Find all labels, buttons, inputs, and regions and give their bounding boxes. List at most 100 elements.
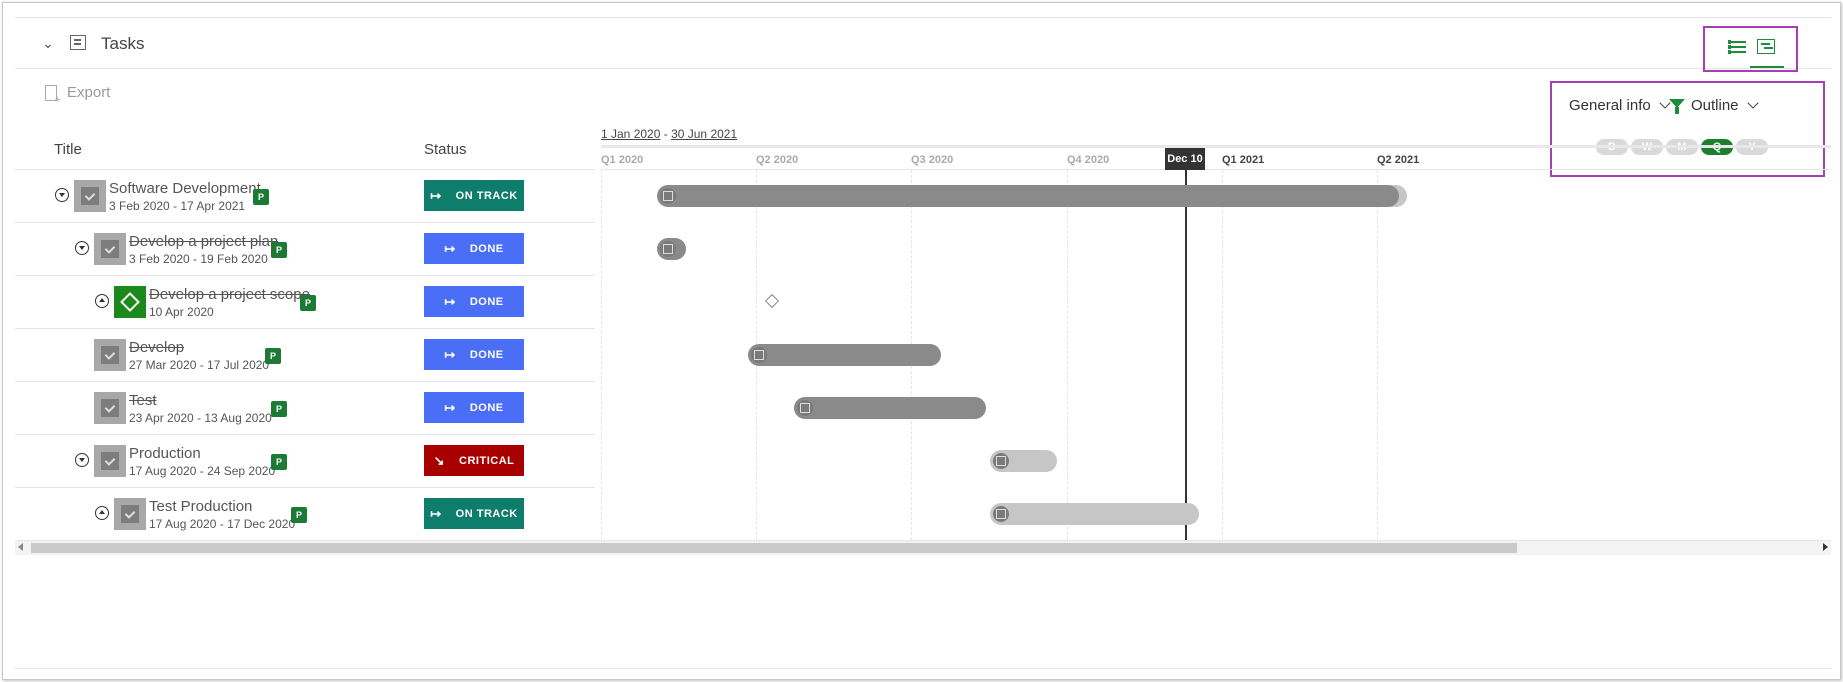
project-icon: P <box>271 242 287 258</box>
list-view-icon[interactable] <box>1728 40 1746 54</box>
checkbox-icon <box>754 350 764 360</box>
export-button[interactable]: Export <box>45 84 111 106</box>
task-icon <box>94 445 126 477</box>
active-view-indicator <box>1750 66 1784 68</box>
gantt-bar[interactable] <box>748 344 941 366</box>
table-row[interactable]: Test Production 17 Aug 2020 - 17 Dec 202… <box>15 488 595 541</box>
task-dates: 3 Feb 2020 - 19 Feb 2020 <box>129 252 268 266</box>
export-label: Export <box>67 84 111 101</box>
filter-button[interactable] <box>1669 99 1685 114</box>
status-label: DONE <box>469 348 504 361</box>
project-icon: P <box>265 348 281 364</box>
gantt-bar[interactable] <box>657 238 686 260</box>
scroll-left-icon[interactable] <box>18 543 23 551</box>
chevron-down-icon[interactable]: ⌄ <box>40 35 56 51</box>
status-label: ON TRACK <box>455 189 518 202</box>
quarter-label: Q2 2021 <box>1377 154 1420 166</box>
table-row[interactable]: Test 23 Apr 2020 - 13 Aug 2020 P ↦ DONE <box>15 382 595 435</box>
scrollbar-thumb[interactable] <box>31 543 1517 553</box>
task-icon <box>114 498 146 530</box>
checkbox-icon <box>663 191 673 201</box>
general-info-dropdown[interactable]: General info <box>1569 97 1671 114</box>
outline-dropdown[interactable]: Outline <box>1691 97 1759 114</box>
milestone-icon <box>114 286 146 318</box>
table-row[interactable]: Develop a project scope 10 Apr 2020 P ↦ D… <box>15 276 595 329</box>
task-icon <box>74 180 106 212</box>
range-separator: - <box>663 127 668 141</box>
task-name[interactable]: Develop <box>129 339 184 356</box>
collapse-toggle[interactable] <box>75 241 89 255</box>
quarter-label: Q2 2020 <box>756 154 799 166</box>
horizontal-scrollbar[interactable] <box>15 540 1831 555</box>
task-name[interactable]: Develop a project scope <box>149 286 310 303</box>
column-header-title[interactable]: Title <box>54 141 82 158</box>
window-frame: ⌄ Tasks Export General info <box>2 2 1841 680</box>
table-row[interactable]: Develop 27 Mar 2020 - 17 Jul 2020 P ↦ DON… <box>15 329 595 382</box>
grid-line <box>1222 170 1223 540</box>
today-marker: Dec 10 <box>1165 148 1205 170</box>
task-icon <box>94 392 126 424</box>
gantt-bar[interactable] <box>794 397 986 419</box>
task-dates: 23 Apr 2020 - 13 Aug 2020 <box>129 411 272 425</box>
task-name[interactable]: Test Production <box>149 498 252 515</box>
arrow-right-icon: ↦ <box>444 346 456 362</box>
range-start-link[interactable]: 1 Jan 2020 <box>601 127 660 141</box>
status-label: DONE <box>469 401 504 414</box>
status-label: ON TRACK <box>455 507 518 520</box>
table-row[interactable]: Software Development 3 Feb 2020 - 17 Apr… <box>15 170 595 223</box>
chevron-down-icon <box>1746 97 1759 109</box>
status-label: CRITICAL <box>459 454 515 467</box>
status-badge[interactable]: ↦ ON TRACK <box>424 498 524 529</box>
gantt-bar[interactable] <box>990 503 1199 525</box>
project-icon: P <box>271 401 287 417</box>
gantt-bar[interactable] <box>657 185 1399 207</box>
panel-title: Tasks <box>101 34 145 53</box>
task-name[interactable]: Software Development <box>109 180 261 197</box>
today-line <box>1185 170 1187 540</box>
task-name[interactable]: Production <box>129 445 201 462</box>
quarter-label: Q1 2020 <box>601 154 644 166</box>
tasks-panel: ⌄ Tasks Export General info <box>15 17 1831 669</box>
scroll-right-icon[interactable] <box>1823 543 1828 551</box>
task-list-icon <box>70 35 86 50</box>
status-badge[interactable]: ↦ DONE <box>424 233 524 264</box>
checkbox-icon <box>800 403 810 413</box>
status-badge[interactable]: ↦ DONE <box>424 286 524 317</box>
task-name[interactable]: Test <box>129 392 157 409</box>
status-label: DONE <box>469 242 504 255</box>
general-info-label: General info <box>1569 97 1651 114</box>
grid-line <box>601 170 602 540</box>
collapse-toggle[interactable] <box>95 506 109 520</box>
collapse-toggle[interactable] <box>75 453 89 467</box>
task-dates: 10 Apr 2020 <box>149 305 214 319</box>
range-end-link[interactable]: 30 Jun 2021 <box>671 127 737 141</box>
trend-down-icon: ↘ <box>433 452 446 468</box>
arrow-right-icon: ↦ <box>444 399 456 415</box>
status-badge[interactable]: ↦ DONE <box>424 339 524 370</box>
project-icon: P <box>291 507 307 523</box>
view-switcher <box>1703 26 1798 72</box>
timeline-range: 1 Jan 2020 - 30 Jun 2021 <box>601 127 737 141</box>
gantt-view-icon[interactable] <box>1757 39 1775 54</box>
column-header-status[interactable]: Status <box>424 141 467 158</box>
task-name[interactable]: Develop a project plan <box>129 233 278 250</box>
task-icon <box>94 233 126 265</box>
status-badge[interactable]: ↘ CRITICAL <box>424 445 524 476</box>
project-icon: P <box>300 295 316 311</box>
status-badge[interactable]: ↦ ON TRACK <box>424 180 524 211</box>
grid-line <box>1377 170 1378 540</box>
milestone-marker[interactable] <box>764 293 780 309</box>
task-dates: 27 Mar 2020 - 17 Jul 2020 <box>129 358 270 372</box>
task-dates: 3 Feb 2020 - 17 Apr 2021 <box>109 199 246 213</box>
quarter-label: Q4 2020 <box>1067 154 1110 166</box>
task-dates: 17 Aug 2020 - 24 Sep 2020 <box>129 464 276 478</box>
document-add-icon <box>45 84 61 106</box>
gantt-bar[interactable] <box>990 450 1057 472</box>
table-row[interactable]: Develop a project plan 3 Feb 2020 - 19 F… <box>15 223 595 276</box>
table-row[interactable]: Production 17 Aug 2020 - 24 Sep 2020 P ↘… <box>15 435 595 488</box>
status-badge[interactable]: ↦ DONE <box>424 392 524 423</box>
arrow-right-icon: ↦ <box>430 505 442 521</box>
arrow-right-icon: ↦ <box>430 187 442 203</box>
collapse-toggle[interactable] <box>95 294 109 308</box>
collapse-toggle[interactable] <box>55 188 69 202</box>
